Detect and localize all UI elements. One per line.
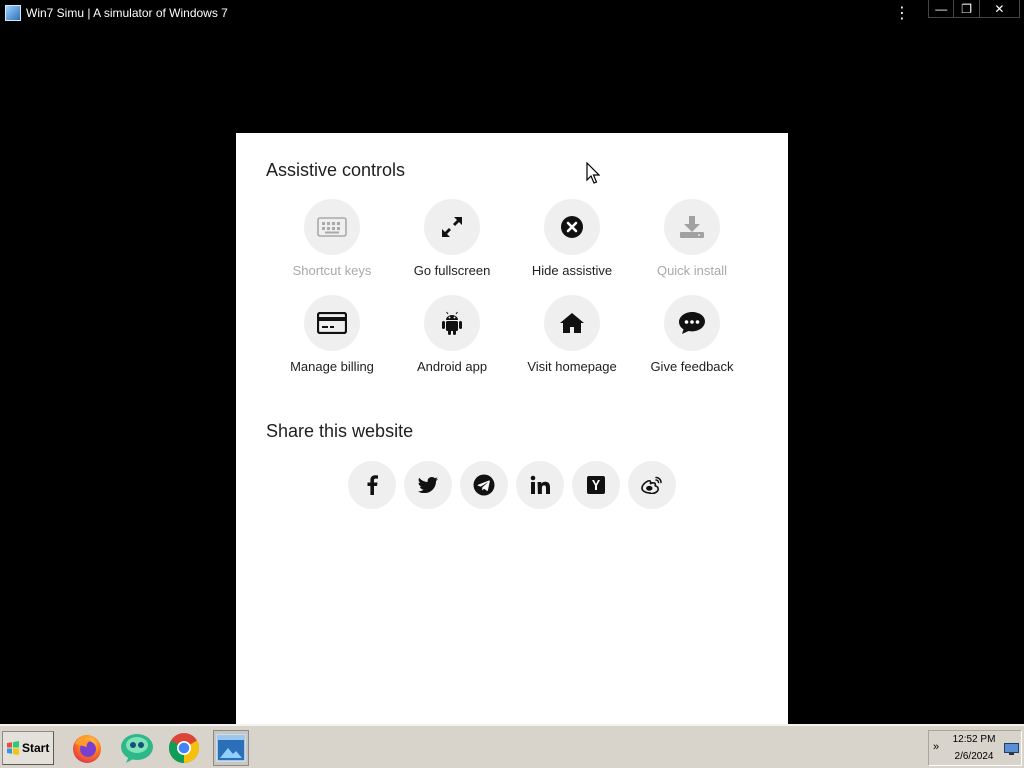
assistive-controls-title: Assistive controls xyxy=(266,160,406,180)
share-weibo-button[interactable] xyxy=(628,461,676,509)
share-twitter-button[interactable] xyxy=(404,461,452,509)
keyboard-icon xyxy=(317,217,347,237)
window-controls: — ❐ ✕ xyxy=(928,0,1020,18)
window-title: Win7 Simu | A simulator of Windows 7 xyxy=(26,6,228,20)
tile-label: Manage billing xyxy=(290,359,374,374)
chat-bubble-icon xyxy=(679,312,705,334)
taskbar: Start » 12:52 PM 2/6/2024 xyxy=(0,724,1024,768)
visit-homepage-button[interactable]: Visit homepage xyxy=(512,295,632,374)
tile-label: Hide assistive xyxy=(531,263,613,278)
download-icon xyxy=(680,216,704,238)
share-buttons xyxy=(348,461,676,509)
shortcut-keys-button[interactable]: Shortcut keys xyxy=(272,199,392,278)
go-fullscreen-button[interactable]: Go fullscreen xyxy=(392,199,512,278)
mouse-cursor-icon xyxy=(586,162,600,184)
manage-billing-button[interactable]: Manage billing xyxy=(272,295,392,374)
close-circle-icon xyxy=(561,216,583,238)
facebook-icon xyxy=(367,475,378,495)
tile-label: Visit homepage xyxy=(527,359,617,374)
firefox-icon xyxy=(73,734,101,763)
taskbar-messenger[interactable] xyxy=(119,730,155,766)
minimize-button[interactable]: — xyxy=(929,0,955,17)
share-hacker-news-button[interactable] xyxy=(572,461,620,509)
start-button[interactable]: Start xyxy=(2,731,54,765)
taskbar-chrome[interactable] xyxy=(166,730,202,766)
clock-date[interactable]: 2/6/2024 xyxy=(951,751,997,762)
assistive-grid: Shortcut keys Go fullscreen Hide assisti… xyxy=(272,199,752,374)
twitter-icon xyxy=(418,477,438,493)
share-facebook-button[interactable] xyxy=(348,461,396,509)
messenger-icon xyxy=(121,734,153,763)
show-desktop-icon[interactable] xyxy=(1004,743,1019,755)
share-linkedin-button[interactable] xyxy=(516,461,564,509)
share-website-title: Share this website xyxy=(266,421,414,441)
window-title-bar: Win7 Simu | A simulator of Windows 7 ⋮ —… xyxy=(0,0,1024,26)
assistive-panel: Assistive controls Shortcut keys Go full… xyxy=(236,133,788,724)
clock-time[interactable]: 12:52 PM xyxy=(951,734,997,745)
system-tray: » 12:52 PM 2/6/2024 xyxy=(928,730,1022,766)
hide-assistive-button[interactable]: Hide assistive xyxy=(512,199,632,278)
tile-label: Shortcut keys xyxy=(292,263,372,278)
home-icon xyxy=(560,313,584,333)
give-feedback-button[interactable]: Give feedback xyxy=(632,295,752,374)
windows-logo-icon xyxy=(7,741,19,755)
telegram-icon xyxy=(473,474,495,496)
android-icon xyxy=(442,311,462,335)
tile-label: Quick install xyxy=(656,263,728,278)
taskbar-firefox[interactable] xyxy=(69,730,105,766)
chrome-icon xyxy=(168,733,200,763)
expand-arrows-icon xyxy=(442,217,462,237)
kebab-menu-icon[interactable]: ⋮ xyxy=(894,5,910,23)
y-combinator-icon xyxy=(587,476,605,494)
close-button[interactable]: ✕ xyxy=(980,0,1019,17)
window-app-icon xyxy=(216,734,246,762)
start-label: Start xyxy=(22,741,50,755)
tile-label: Give feedback xyxy=(650,359,734,374)
tile-label: Android app xyxy=(416,359,488,374)
android-app-button[interactable]: Android app xyxy=(392,295,512,374)
linkedin-icon xyxy=(530,475,550,494)
taskbar-win7-simu[interactable] xyxy=(213,730,249,766)
app-logo-icon xyxy=(5,5,21,21)
weibo-icon xyxy=(641,476,662,494)
restore-button[interactable]: ❐ xyxy=(954,0,980,17)
credit-card-icon xyxy=(317,312,347,334)
tile-label: Go fullscreen xyxy=(413,263,491,278)
share-telegram-button[interactable] xyxy=(460,461,508,509)
tray-expand-icon[interactable]: » xyxy=(933,741,939,753)
quick-install-button[interactable]: Quick install xyxy=(632,199,752,278)
